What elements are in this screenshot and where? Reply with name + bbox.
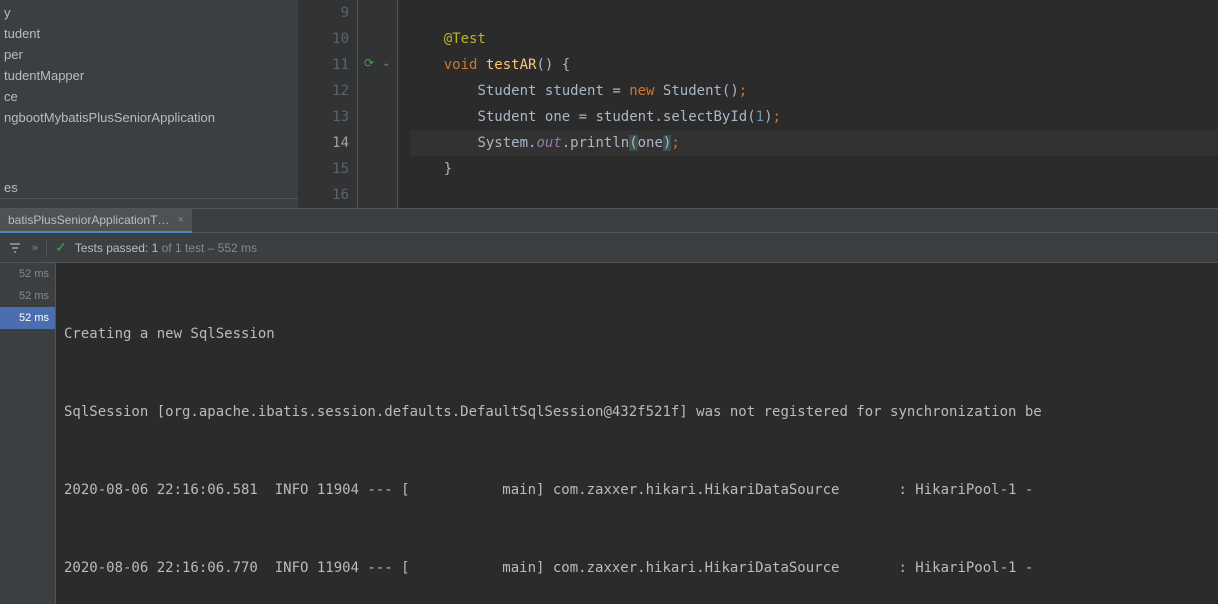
close-icon[interactable]: ×	[177, 214, 183, 226]
sidebar-item[interactable]: ngbootMybatisPlusSeniorApplication	[0, 107, 298, 128]
tests-passed-count: 1	[152, 241, 159, 255]
check-icon: ✓	[55, 239, 67, 256]
line-gutter: 9 10 11 12 13 14 15 16	[298, 0, 358, 208]
gutter-icon-area: ⟳ ⌄	[358, 0, 398, 208]
console-line: 2020-08-06 22:16:06.770 INFO 11904 --- […	[64, 555, 1218, 581]
timing-sidebar: 52 ms 52 ms 52 ms	[0, 263, 56, 604]
console-line: Creating a new SqlSession	[64, 321, 1218, 347]
sidebar-item[interactable]: y	[0, 2, 298, 23]
sidebar-item[interactable]: per	[0, 44, 298, 65]
project-sidebar[interactable]: y tudent per tudentMapper ce ngbootMybat…	[0, 0, 298, 208]
test-toolbar: » ✓ Tests passed: 1 of 1 test – 552 ms	[0, 233, 1218, 263]
code-area[interactable]: @Test void testAR() { Student student = …	[398, 0, 1218, 208]
console-output[interactable]: Creating a new SqlSession SqlSession [or…	[56, 263, 1218, 604]
code-editor[interactable]: 9 10 11 12 13 14 15 16 ⟳ ⌄ @Test void te…	[298, 0, 1218, 208]
timing-item[interactable]: 52 ms	[0, 285, 55, 307]
sidebar-item[interactable]: tudentMapper	[0, 65, 298, 86]
run-tab-bar: batisPlusSeniorApplicationT… ×	[0, 208, 1218, 233]
console-line: SqlSession [org.apache.ibatis.session.de…	[64, 399, 1218, 425]
tab-label: batisPlusSeniorApplicationT…	[8, 213, 169, 227]
filter-icon[interactable]	[6, 239, 24, 257]
tests-passed-label: Tests passed:	[75, 241, 148, 255]
fold-icon[interactable]: ⌄	[382, 58, 390, 69]
sidebar-item[interactable]: tudent	[0, 23, 298, 44]
timing-item[interactable]: 52 ms	[0, 263, 55, 285]
sidebar-bottom-item[interactable]: es	[0, 177, 298, 198]
run-test-icon[interactable]: ⟳	[364, 56, 374, 70]
annotation: @Test	[444, 31, 486, 47]
sidebar-item[interactable]: ce	[0, 86, 298, 107]
console-line: 2020-08-06 22:16:06.581 INFO 11904 --- […	[64, 477, 1218, 503]
test-tab[interactable]: batisPlusSeniorApplicationT… ×	[0, 209, 192, 233]
expand-icon[interactable]: »	[32, 242, 38, 254]
tests-detail: of 1 test – 552 ms	[162, 241, 257, 255]
timing-item-active[interactable]: 52 ms	[0, 307, 55, 329]
